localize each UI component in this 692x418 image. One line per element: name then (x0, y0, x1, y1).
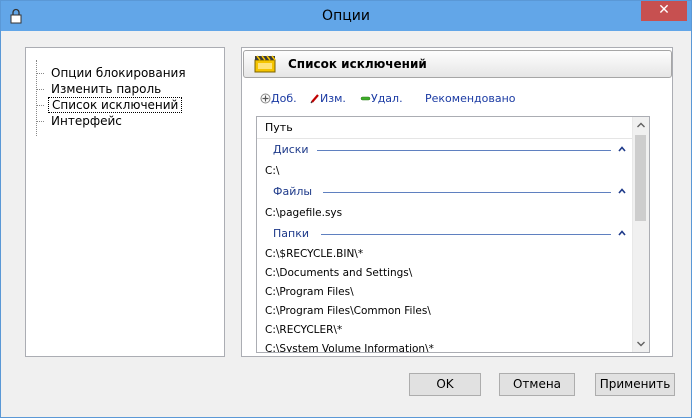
tree-item-label: Интерфейс (51, 114, 122, 128)
clapperboard-icon (254, 55, 276, 73)
panel-title: Список исключений (288, 57, 427, 71)
tree-item-exclusion-list[interactable]: Список исключений (36, 97, 183, 113)
scrollbar-thumb[interactable] (635, 135, 646, 221)
chevron-up-icon[interactable] (617, 186, 627, 196)
exclusion-list[interactable]: Путь Диски C:\ Файлы C:\pagefile.sys Пап… (256, 116, 650, 353)
recommended-link[interactable]: Рекомендовано (425, 92, 516, 106)
dialog-content: Опции блокирования Изменить пароль Списо… (9, 31, 683, 411)
group-divider (317, 150, 611, 151)
group-header-drives[interactable]: Диски (257, 141, 635, 159)
pencil-icon (310, 94, 319, 104)
group-title: Диски (273, 141, 315, 159)
remove-icon (360, 96, 371, 101)
column-header-path[interactable]: Путь (257, 117, 635, 139)
cancel-button[interactable]: Отмена (499, 373, 575, 396)
add-icon (260, 93, 271, 104)
list-item[interactable]: C:\Program Files\Common Files\ (265, 302, 431, 320)
tree-item-interface[interactable]: Интерфейс (36, 113, 125, 129)
close-button[interactable]: ✕ (641, 1, 687, 21)
chevron-up-icon[interactable] (617, 228, 627, 238)
group-title: Папки (273, 225, 315, 243)
exclusion-panel: Список исключений Доб. Изм. Удал. Рекоме… (241, 47, 673, 357)
list-item[interactable]: C:\System Volume Information\* (265, 340, 434, 352)
tree-item-lock-options[interactable]: Опции блокирования (36, 65, 189, 81)
add-button[interactable]: Доб. (260, 92, 297, 106)
list-item[interactable]: C:\$RECYCLE.BIN\* (265, 245, 363, 263)
list-item[interactable]: C:\Documents and Settings\ (265, 264, 412, 282)
group-divider (323, 192, 611, 193)
list-item[interactable]: C:\pagefile.sys (265, 204, 342, 222)
ok-button[interactable]: OK (409, 373, 481, 396)
edit-label: Изм. (320, 92, 346, 105)
recommended-label: Рекомендовано (425, 92, 516, 105)
tree-item-label: Изменить пароль (51, 82, 162, 96)
edit-button[interactable]: Изм. (310, 92, 346, 106)
list-item[interactable]: C:\RECYCLER\* (265, 321, 342, 339)
options-tree: Опции блокирования Изменить пароль Списо… (25, 47, 225, 357)
group-header-folders[interactable]: Папки (257, 225, 635, 243)
scroll-down-icon[interactable] (633, 336, 649, 352)
title-bar[interactable]: Опции ✕ (1, 1, 691, 31)
panel-header: Список исключений (243, 50, 672, 78)
group-title: Файлы (273, 183, 319, 201)
vertical-scrollbar[interactable] (632, 117, 649, 352)
scroll-up-icon[interactable] (633, 117, 649, 133)
delete-button[interactable]: Удал. (360, 92, 403, 106)
options-dialog: Опции ✕ Опции блокирования Изменить паро… (0, 0, 692, 418)
list-item[interactable]: C:\Program Files\ (265, 283, 354, 301)
tree-item-label: Список исключений (48, 97, 183, 113)
apply-button[interactable]: Применить (595, 373, 675, 396)
chevron-up-icon[interactable] (617, 144, 627, 154)
tree-item-label: Опции блокирования (51, 66, 186, 80)
list-item[interactable]: C:\ (265, 162, 279, 180)
window-title: Опции (322, 8, 370, 24)
group-divider (321, 234, 611, 235)
group-header-files[interactable]: Файлы (257, 183, 635, 201)
tree-item-change-password[interactable]: Изменить пароль (36, 81, 164, 97)
close-icon: ✕ (658, 2, 670, 18)
add-label: Доб. (271, 92, 297, 105)
delete-label: Удал. (371, 92, 403, 105)
